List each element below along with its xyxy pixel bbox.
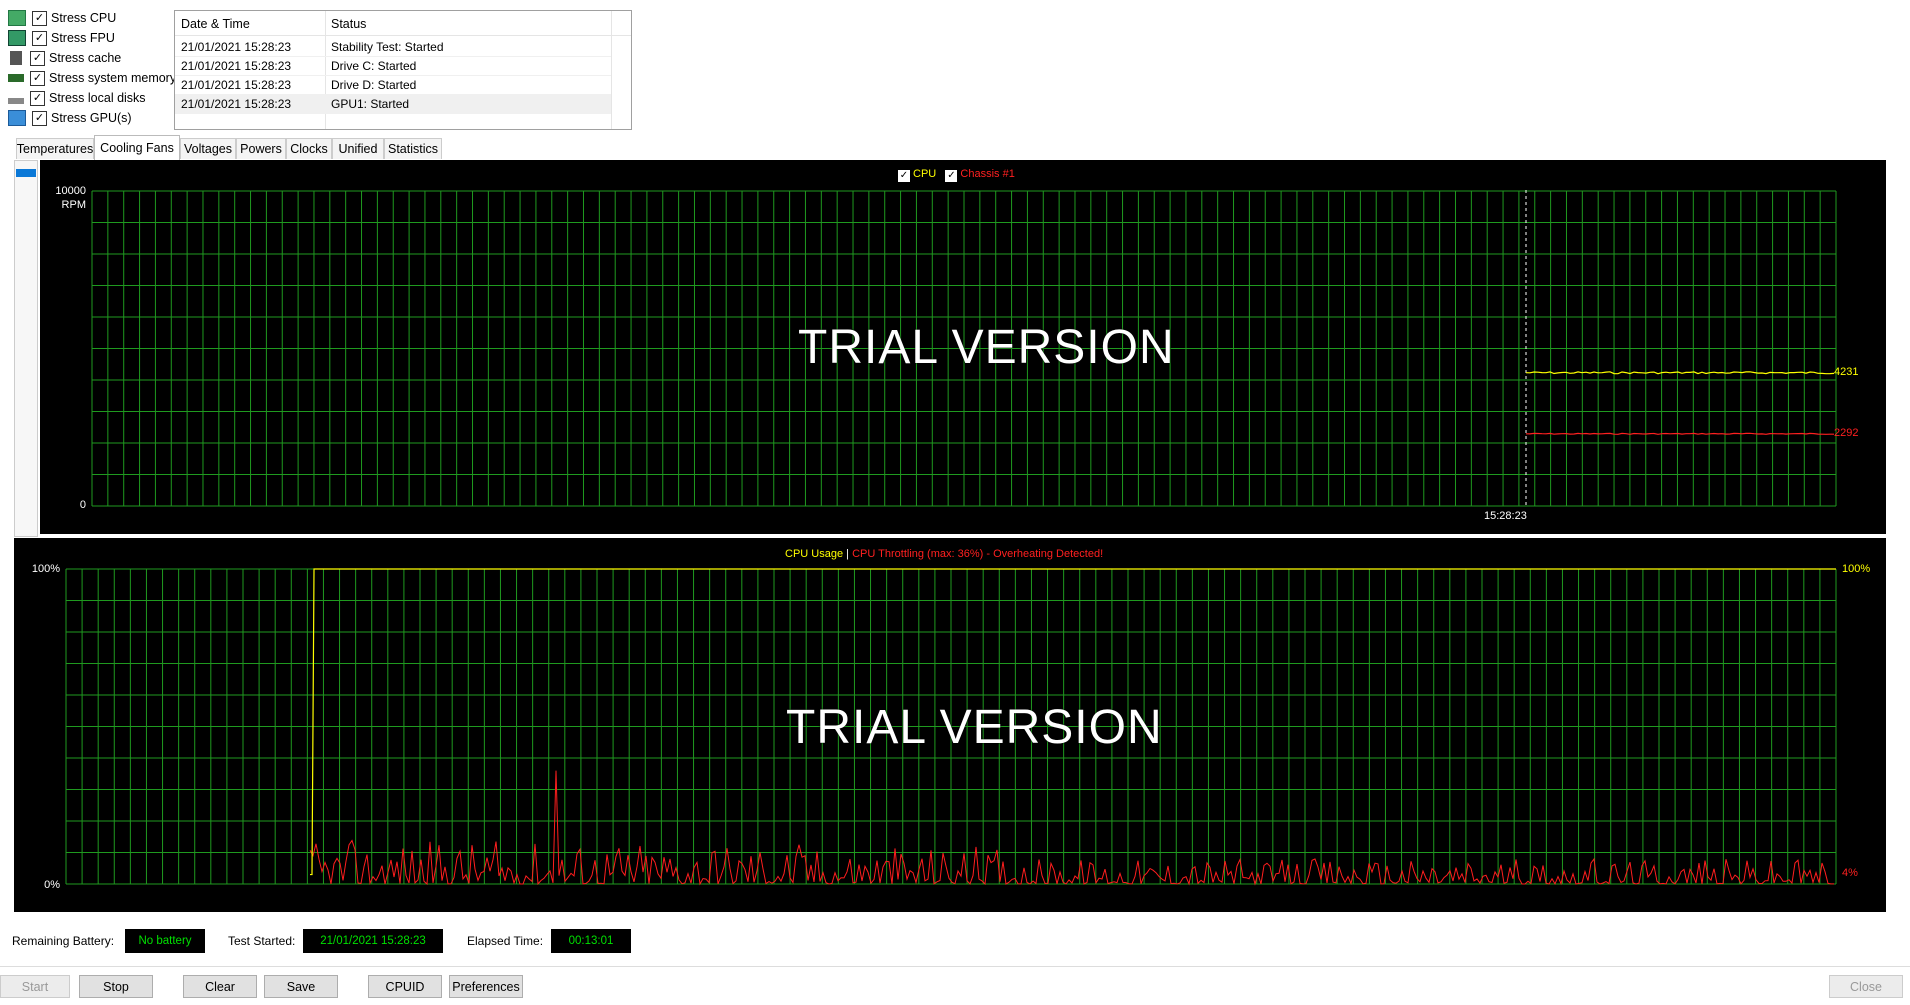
stress-fpu-label: Stress FPU <box>51 31 115 45</box>
clear-button[interactable]: Clear <box>183 975 257 998</box>
stress-gpu-label: Stress GPU(s) <box>51 111 132 125</box>
column-divider <box>611 11 612 129</box>
cpu-throttling-series <box>309 770 1834 886</box>
battery-label: Remaining Battery: <box>12 934 115 948</box>
gpu-icon <box>8 110 26 126</box>
stress-cpu-option[interactable]: ✓ Stress CPU <box>8 8 116 28</box>
cpu-throttling-legend: CPU Throttling (max: 36%) - Overheating … <box>852 548 1104 560</box>
fan-time-label: 15:28:23 <box>1484 510 1527 522</box>
fan-y-top-label: 10000 <box>55 185 86 197</box>
stress-memory-label: Stress system memory <box>49 71 177 85</box>
cache-icon <box>10 51 22 65</box>
cpu-icon <box>8 10 26 26</box>
fpu-icon <box>8 30 26 46</box>
stop-button[interactable]: Stop <box>79 975 153 998</box>
cpu-usage-value: 100% <box>1842 563 1871 575</box>
tab-voltages[interactable]: Voltages <box>180 138 236 159</box>
chassis-legend-checkbox[interactable]: ✓ <box>945 170 958 182</box>
save-button[interactable]: Save <box>264 975 338 998</box>
row-status: Drive C: Started <box>331 59 417 73</box>
fan-y-bottom-label: 0 <box>79 499 86 511</box>
trial-watermark: TRIAL VERSION <box>786 701 1163 754</box>
table-row[interactable]: 21/01/2021 15:28:23 Drive C: Started <box>175 56 611 76</box>
cpu-fan-series <box>1525 371 1835 375</box>
tab-cooling-fans[interactable]: Cooling Fans <box>94 135 180 160</box>
cpu-usage-legend: CPU Usage <box>785 548 844 560</box>
status-table-header: Date & Time Status <box>175 11 631 36</box>
stress-cpu-label: Stress CPU <box>51 11 117 25</box>
stress-cache-label: Stress cache <box>49 51 122 65</box>
stress-gpu-checkbox[interactable]: ✓ <box>32 110 47 126</box>
stress-gpu-option[interactable]: ✓ Stress GPU(s) <box>8 108 132 128</box>
cpu-legend-checkbox[interactable]: ✓ <box>898 170 910 182</box>
row-status: Drive D: Started <box>331 78 417 92</box>
date-time-column-header[interactable]: Date & Time <box>181 17 250 31</box>
row-time: 21/01/2021 15:28:23 <box>181 59 292 73</box>
cpuid-button[interactable]: CPUID <box>368 975 442 998</box>
test-started-value: 21/01/2021 15:28:23 <box>303 929 443 953</box>
stress-fpu-checkbox[interactable]: ✓ <box>32 30 47 46</box>
stress-cache-option[interactable]: ✓ Stress cache <box>8 48 121 68</box>
fan-chart-legend: ✓ CPU ✓ Chassis #1 <box>898 168 1015 182</box>
tab-powers[interactable]: Powers <box>236 138 286 159</box>
cpu-usage-chart: CPU Usage | CPU Throttling (max: 36%) - … <box>14 538 1886 912</box>
tab-clocks[interactable]: Clocks <box>286 138 332 159</box>
stress-cpu-checkbox[interactable]: ✓ <box>32 10 47 26</box>
table-row[interactable]: 21/01/2021 15:28:23 Drive D: Started <box>175 75 611 95</box>
start-button[interactable]: Start <box>0 975 70 998</box>
sensor-selection-indicator <box>16 169 36 177</box>
tab-temperatures[interactable]: Temperatures <box>16 138 94 159</box>
chassis-fan-series <box>1525 432 1834 435</box>
sensor-list-strip[interactable] <box>14 160 38 537</box>
tab-statistics[interactable]: Statistics <box>384 138 442 159</box>
cpu-legend-label: CPU <box>913 168 937 180</box>
chassis-legend-label: Chassis #1 <box>960 168 1015 180</box>
table-row[interactable]: 21/01/2021 15:28:23 GPU1: Started <box>175 94 611 114</box>
cpu-y-top-label: 100% <box>31 563 60 575</box>
row-time: 21/01/2021 15:28:23 <box>181 40 292 54</box>
trial-watermark: TRIAL VERSION <box>798 321 1175 374</box>
legend-separator: | <box>846 548 849 560</box>
tab-unified[interactable]: Unified <box>332 138 384 159</box>
fan-y-unit-label: RPM <box>61 199 86 211</box>
cpu-chart-legend: CPU Usage | CPU Throttling (max: 36%) - … <box>785 548 1103 560</box>
preferences-button[interactable]: Preferences <box>449 975 523 998</box>
table-row[interactable]: 21/01/2021 15:28:23 Stability Test: Star… <box>175 37 611 57</box>
memory-icon <box>8 74 24 82</box>
stress-cache-checkbox[interactable]: ✓ <box>30 50 45 66</box>
disk-icon <box>8 98 24 104</box>
row-time: 21/01/2021 15:28:23 <box>181 78 292 92</box>
cpu-throttle-value: 4% <box>1842 867 1858 879</box>
stress-fpu-option[interactable]: ✓ Stress FPU <box>8 28 115 48</box>
chassis-fan-value: 2292 <box>1834 427 1859 439</box>
elapsed-time-value: 00:13:01 <box>551 929 631 953</box>
battery-value: No battery <box>125 929 205 953</box>
row-time: 21/01/2021 15:28:23 <box>181 97 292 111</box>
row-status: GPU1: Started <box>331 97 410 111</box>
test-started-label: Test Started: <box>228 934 296 948</box>
row-status: Stability Test: Started <box>331 40 444 54</box>
cpu-y-bottom-label: 0% <box>44 879 60 891</box>
stress-memory-checkbox[interactable]: ✓ <box>30 70 45 86</box>
close-button[interactable]: Close <box>1829 975 1903 998</box>
stress-disks-checkbox[interactable]: ✓ <box>30 90 45 106</box>
stress-memory-option[interactable]: ✓ Stress system memory <box>8 68 176 88</box>
cooling-fans-chart: ✓ CPU ✓ Chassis #1 10000 RPM 0 15:28:23 42… <box>40 160 1886 534</box>
stress-disks-option[interactable]: ✓ Stress local disks <box>8 88 146 108</box>
status-column-header[interactable]: Status <box>331 17 366 31</box>
elapsed-time-label: Elapsed Time: <box>467 934 544 948</box>
status-log-table[interactable]: Date & Time Status 21/01/2021 15:28:23 S… <box>174 10 632 130</box>
button-bar-divider <box>0 966 1910 967</box>
cpu-fan-value: 4231 <box>1834 366 1859 378</box>
stress-disks-label: Stress local disks <box>49 91 146 105</box>
